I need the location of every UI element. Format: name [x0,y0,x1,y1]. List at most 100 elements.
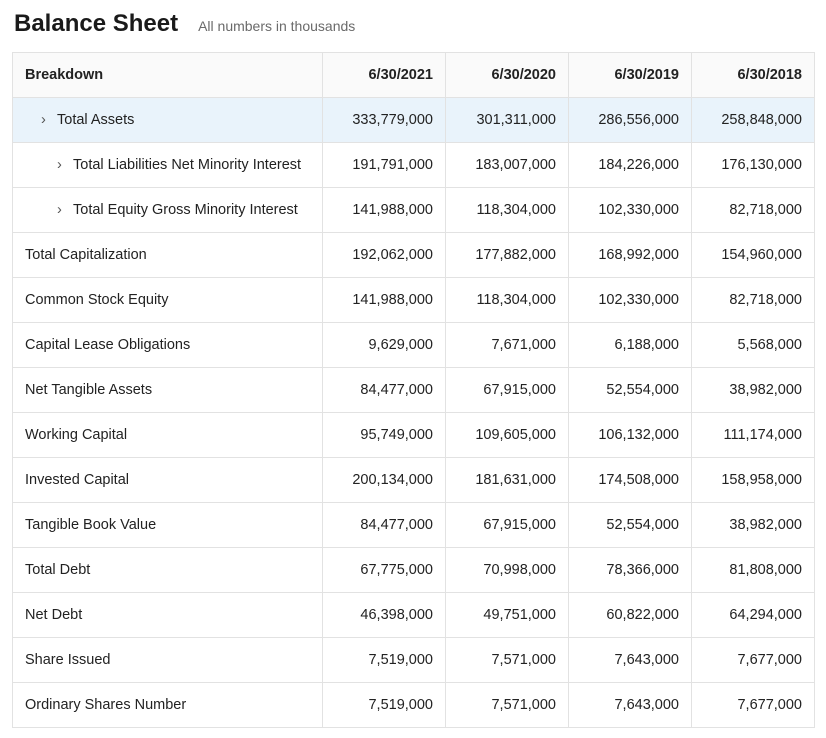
cell-value: 118,304,000 [446,188,569,233]
cell-value: 191,791,000 [323,143,446,188]
cell-value: 38,982,000 [692,503,815,548]
cell-value: 46,398,000 [323,593,446,638]
cell-value: 177,882,000 [446,233,569,278]
cell-value: 9,629,000 [323,323,446,368]
col-date-1: 6/30/2020 [446,53,569,98]
row-label: Share Issued [13,638,323,683]
cell-value: 154,960,000 [692,233,815,278]
cell-value: 70,998,000 [446,548,569,593]
col-date-0: 6/30/2021 [323,53,446,98]
page-header: Balance Sheet All numbers in thousands [12,10,814,38]
cell-value: 60,822,000 [569,593,692,638]
cell-value: 7,519,000 [323,683,446,728]
row-label[interactable]: ›Total Assets [13,98,323,143]
cell-value: 7,677,000 [692,683,815,728]
row-label: Working Capital [13,413,323,458]
table-row: Net Debt46,398,00049,751,00060,822,00064… [13,593,815,638]
chevron-right-icon[interactable]: › [57,202,71,218]
cell-value: 258,848,000 [692,98,815,143]
row-label[interactable]: ›Total Equity Gross Minority Interest [13,188,323,233]
cell-value: 184,226,000 [569,143,692,188]
table-row: Share Issued 7,519,0007,571,0007,643,0007… [13,638,815,683]
row-label-text: Ordinary Shares Number [25,697,186,713]
cell-value: 192,062,000 [323,233,446,278]
cell-value: 7,677,000 [692,638,815,683]
cell-value: 141,988,000 [323,278,446,323]
col-breakdown: Breakdown [13,53,323,98]
cell-value: 286,556,000 [569,98,692,143]
cell-value: 158,958,000 [692,458,815,503]
balance-sheet-body: ›Total Assets333,779,000301,311,000286,5… [13,98,815,728]
cell-value: 7,643,000 [569,638,692,683]
row-label: Total Debt [13,548,323,593]
table-row: Common Stock Equity 141,988,000118,304,00… [13,278,815,323]
cell-value: 5,568,000 [692,323,815,368]
cell-value: 84,477,000 [323,368,446,413]
cell-value: 7,519,000 [323,638,446,683]
cell-value: 7,643,000 [569,683,692,728]
table-row: Total Capitalization 192,062,000177,882,0… [13,233,815,278]
cell-value: 6,188,000 [569,323,692,368]
cell-value: 106,132,000 [569,413,692,458]
row-label-text: Total Debt [25,562,90,578]
row-label-text: Total Capitalization [25,247,147,263]
cell-value: 52,554,000 [569,368,692,413]
row-label-text: Working Capital [25,427,127,443]
row-label: Net Debt [13,593,323,638]
cell-value: 168,992,000 [569,233,692,278]
cell-value: 7,571,000 [446,638,569,683]
col-date-2: 6/30/2019 [569,53,692,98]
cell-value: 174,508,000 [569,458,692,503]
row-label: Invested Capital [13,458,323,503]
cell-value: 183,007,000 [446,143,569,188]
cell-value: 95,749,000 [323,413,446,458]
table-row[interactable]: ›Total Liabilities Net Minority Interest… [13,143,815,188]
balance-sheet-table: Breakdown 6/30/2021 6/30/2020 6/30/2019 … [12,52,815,728]
row-label-text: Capital Lease Obligations [25,337,190,353]
cell-value: 301,311,000 [446,98,569,143]
cell-value: 102,330,000 [569,188,692,233]
cell-value: 67,775,000 [323,548,446,593]
cell-value: 64,294,000 [692,593,815,638]
cell-value: 111,174,000 [692,413,815,458]
row-label-text: Total Liabilities Net Minority Interest [73,157,301,173]
row-label: Ordinary Shares Number [13,683,323,728]
row-label-text: Share Issued [25,652,110,668]
cell-value: 52,554,000 [569,503,692,548]
cell-value: 67,915,000 [446,368,569,413]
cell-value: 102,330,000 [569,278,692,323]
row-label-text: Total Assets [57,112,134,128]
table-row[interactable]: ›Total Assets333,779,000301,311,000286,5… [13,98,815,143]
row-label-text: Total Equity Gross Minority Interest [73,202,298,218]
cell-value: 118,304,000 [446,278,569,323]
table-row[interactable]: ›Total Equity Gross Minority Interest141… [13,188,815,233]
table-row: Capital Lease Obligations9,629,0007,671,… [13,323,815,368]
cell-value: 82,718,000 [692,188,815,233]
row-label: Tangible Book Value [13,503,323,548]
row-label[interactable]: ›Total Liabilities Net Minority Interest [13,143,323,188]
row-label: Common Stock Equity [13,278,323,323]
table-row: Tangible Book Value84,477,00067,915,0005… [13,503,815,548]
table-header-row: Breakdown 6/30/2021 6/30/2020 6/30/2019 … [13,53,815,98]
cell-value: 7,571,000 [446,683,569,728]
chevron-right-icon[interactable]: › [57,157,71,173]
row-label-text: Tangible Book Value [25,517,156,533]
cell-value: 333,779,000 [323,98,446,143]
table-row: Invested Capital 200,134,000181,631,00017… [13,458,815,503]
cell-value: 81,808,000 [692,548,815,593]
table-row: Working Capital 95,749,000109,605,000106,… [13,413,815,458]
cell-value: 109,605,000 [446,413,569,458]
row-label-text: Invested Capital [25,472,129,488]
page-title: Balance Sheet [14,10,178,38]
cell-value: 38,982,000 [692,368,815,413]
cell-value: 200,134,000 [323,458,446,503]
cell-value: 141,988,000 [323,188,446,233]
row-label: Net Tangible Assets [13,368,323,413]
cell-value: 181,631,000 [446,458,569,503]
table-row: Ordinary Shares Number 7,519,0007,571,000… [13,683,815,728]
table-row: Total Debt67,775,00070,998,00078,366,000… [13,548,815,593]
row-label: Total Capitalization [13,233,323,278]
row-label-text: Common Stock Equity [25,292,168,308]
cell-value: 49,751,000 [446,593,569,638]
chevron-right-icon[interactable]: › [41,112,55,128]
